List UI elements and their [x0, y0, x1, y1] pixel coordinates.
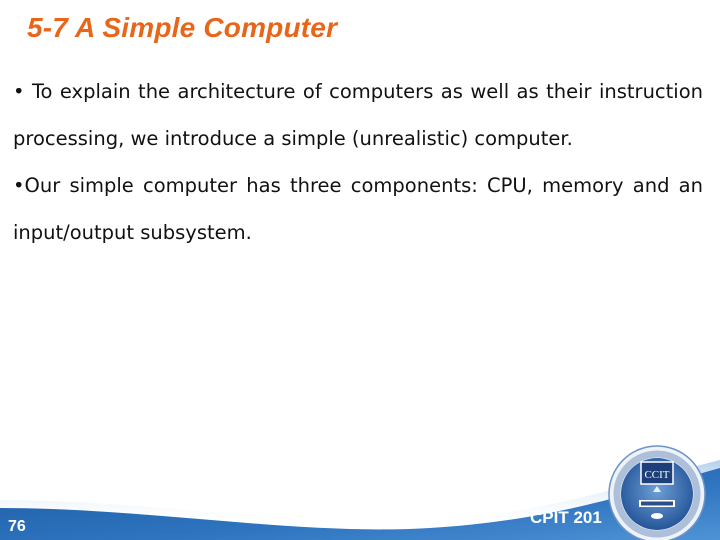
university-seal-icon: CCIT: [608, 445, 706, 540]
course-code: CPIT 201: [530, 508, 602, 527]
page-number: 76: [8, 518, 26, 535]
logo-label: CCIT: [644, 469, 669, 481]
